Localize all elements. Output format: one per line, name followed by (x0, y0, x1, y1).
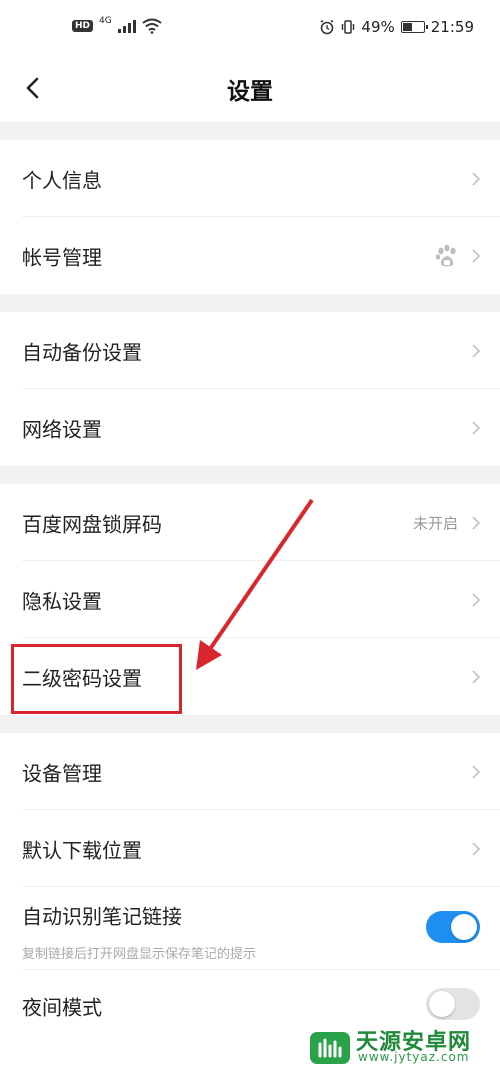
row-label: 帐号管理 (22, 245, 102, 269)
chevron-right-icon (472, 248, 481, 263)
status-left: HD 4G (72, 16, 162, 34)
auto-detect-links-toggle[interactable] (426, 911, 480, 943)
row-network-settings[interactable]: 网络设置 (0, 389, 500, 466)
night-mode-toggle[interactable] (426, 988, 480, 1020)
battery-percent: 49% (361, 18, 395, 36)
chevron-right-icon (472, 841, 481, 856)
chevron-right-icon (472, 764, 481, 779)
nav-bar: 设置 (0, 58, 500, 118)
row-label: 隐私设置 (22, 589, 102, 613)
row-label: 百度网盘锁屏码 (22, 512, 162, 536)
chevron-right-icon (472, 420, 481, 435)
section-gap (0, 294, 500, 312)
chevron-right-icon (472, 171, 481, 186)
toggle-knob (429, 991, 455, 1017)
battery-icon (400, 21, 428, 33)
vibrate-icon (342, 20, 355, 34)
row-label: 个人信息 (22, 168, 102, 192)
chevron-right-icon (472, 343, 481, 358)
row-device-management[interactable]: 设备管理 (0, 733, 500, 810)
chevron-right-icon (472, 592, 481, 607)
toggle-knob (451, 914, 477, 940)
row-lock-screen-code[interactable]: 百度网盘锁屏码 未开启 (0, 484, 500, 561)
wifi-icon (142, 18, 162, 34)
row-label: 夜间模式 (22, 995, 102, 1020)
row-label: 网络设置 (22, 417, 102, 441)
page-title: 设置 (227, 79, 273, 105)
clock: 21:59 (430, 18, 474, 36)
android-logo-icon (310, 1032, 350, 1064)
row-label: 自动识别笔记链接 (22, 904, 182, 929)
status-bar: HD 4G 49% 21:59 (0, 0, 500, 58)
row-auto-backup[interactable]: 自动备份设置 (0, 312, 500, 389)
watermark-url: www.jytyaz.com (358, 1050, 470, 1064)
alarm-icon (320, 19, 334, 35)
battery-fill (402, 23, 412, 31)
status-right: 49% 21:59 (319, 18, 474, 36)
section-gap (0, 466, 500, 484)
row-personal-info[interactable]: 个人信息 (0, 140, 500, 217)
row-label: 设备管理 (22, 761, 102, 785)
row-label: 自动备份设置 (22, 340, 142, 364)
row-label: 默认下载位置 (22, 838, 142, 862)
row-description: 复制链接后打开网盘显示保存笔记的提示 (22, 947, 257, 962)
site-watermark: 天源安卓网 www.jytyaz.com (300, 1018, 500, 1070)
row-account-management[interactable]: 帐号管理 (0, 217, 500, 294)
row-default-download[interactable]: 默认下载位置 (0, 810, 500, 887)
signal-icon (117, 19, 136, 33)
row-auto-detect-links: 自动识别笔记链接 复制链接后打开网盘显示保存笔记的提示 (0, 887, 500, 970)
highlight-box (11, 644, 182, 714)
section-gap (0, 715, 500, 733)
section-gap (0, 122, 500, 140)
network-type: 4G (99, 16, 112, 26)
chevron-right-icon (472, 669, 481, 684)
chevron-right-icon (472, 515, 481, 530)
lock-screen-status: 未开启 (412, 514, 458, 532)
baidu-paw-icon (435, 244, 456, 266)
row-privacy-settings[interactable]: 隐私设置 (0, 561, 500, 638)
hd-badge: HD (72, 20, 94, 32)
